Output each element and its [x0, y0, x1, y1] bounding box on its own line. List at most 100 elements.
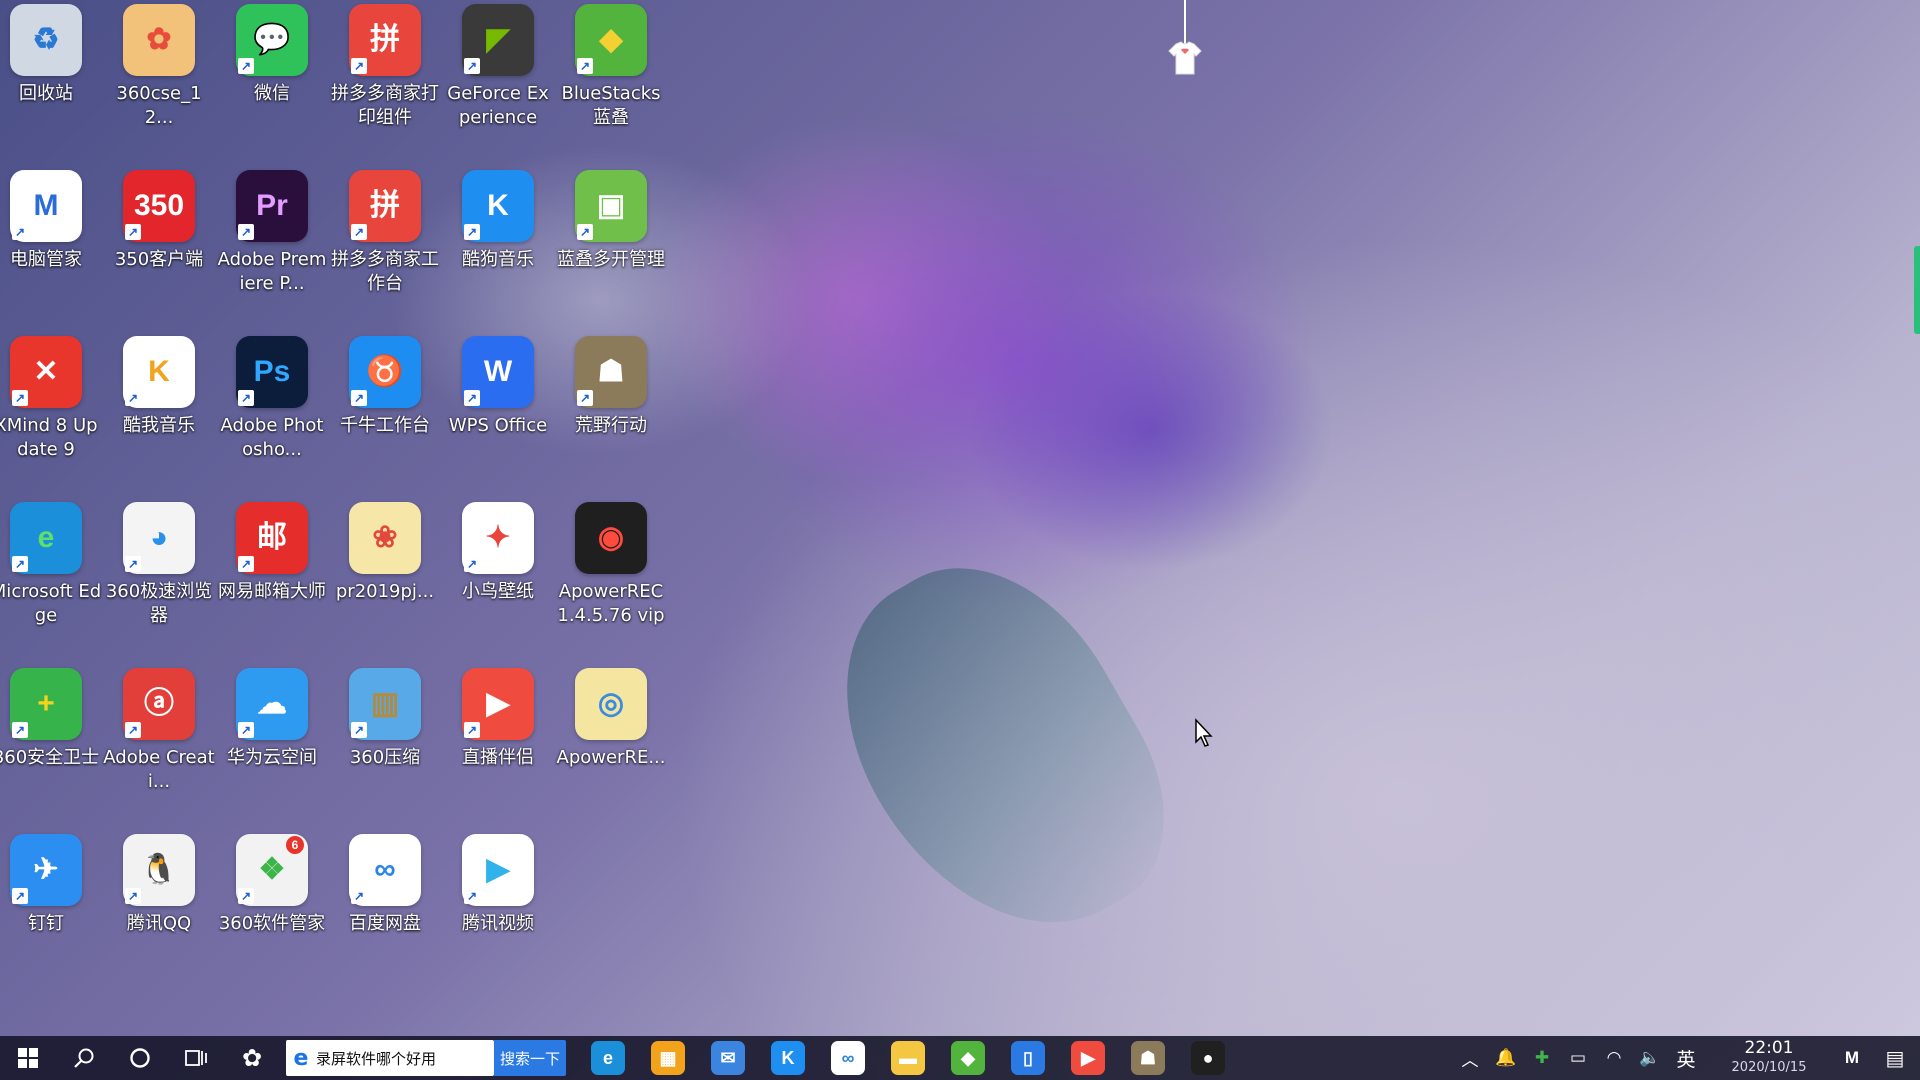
- app-glyph-icon: ◎: [597, 687, 625, 720]
- clock[interactable]: 22:01 2020/10/15: [1704, 1038, 1834, 1078]
- app-glyph-icon: ♻: [32, 23, 60, 56]
- desktop-icon[interactable]: ☗ ↗ 荒野行动: [555, 332, 667, 482]
- app-glyph-icon: ✿: [146, 23, 172, 56]
- shortcut-arrow-icon: ↗: [464, 556, 480, 572]
- action-center-icon[interactable]: ▤: [1870, 1046, 1920, 1070]
- desktop-icon[interactable]: + ↗ 360安全卫士: [0, 664, 102, 814]
- taskbar-app-file-explorer[interactable]: ▬: [878, 1036, 938, 1080]
- desktop-icon[interactable]: K ↗ 酷我音乐: [103, 332, 215, 482]
- search-go-button[interactable]: 搜索一下: [494, 1040, 566, 1076]
- desktop-icon[interactable]: ∞ ↗ 百度网盘: [329, 830, 441, 980]
- taskbar-app-mail[interactable]: ✉: [698, 1036, 758, 1080]
- app-glyph-icon: 💬: [253, 23, 291, 56]
- app-icon: ☁ ↗: [236, 668, 308, 740]
- taskbar-app-bluestacks[interactable]: ◆: [938, 1036, 998, 1080]
- browser-search-box[interactable]: e 录屏软件哪个好用: [286, 1040, 494, 1076]
- app-icon: ▶ ↗: [462, 834, 534, 906]
- app-glyph-icon: ◉: [597, 521, 625, 554]
- desktop-icon[interactable]: W ↗ WPS Office: [442, 332, 554, 482]
- app-glyph-icon: ✕: [33, 355, 59, 388]
- desktop-icon[interactable]: ❖ ↗ 6 360软件管家: [216, 830, 328, 980]
- desktop-icon[interactable]: ♉ ↗ 千牛工作台: [329, 332, 441, 482]
- desktop-icon[interactable]: ✿ 360cse_12...: [103, 0, 215, 150]
- pinwheel-app-button[interactable]: ✿: [224, 1036, 280, 1080]
- taskbar-app-phone[interactable]: ▯: [998, 1036, 1058, 1080]
- desktop-icon[interactable]: ▶ ↗ 腾讯视频: [442, 830, 554, 980]
- app-icon: ∞ ↗: [349, 834, 421, 906]
- desktop-icon[interactable]: 邮 ↗ 网易邮箱大师: [216, 498, 328, 648]
- taskbar-app-game[interactable]: ☗: [1118, 1036, 1178, 1080]
- taskbar-app-edge[interactable]: e: [578, 1036, 638, 1080]
- app-icon: ◆ ↗: [575, 4, 647, 76]
- desktop-icon[interactable]: ◉ ApowerREC 1.4.5.76 vip: [555, 498, 667, 648]
- desktop-icon[interactable]: ◤ ↗ GeForce Experience: [442, 0, 554, 150]
- desktop-icon[interactable]: ⓐ ↗ Adobe Creati...: [103, 664, 215, 814]
- taskbar-app-recorder[interactable]: ●: [1178, 1036, 1238, 1080]
- taskbar-app-store[interactable]: ▦: [638, 1036, 698, 1080]
- hanger-line: [1184, 0, 1186, 44]
- shortcut-arrow-icon: ↗: [125, 888, 141, 904]
- desktop-icon-label: Microsoft Edge: [0, 581, 102, 626]
- 360-tray-icon[interactable]: ✚: [1524, 1048, 1560, 1068]
- desktop-icon[interactable]: ◆ ↗ BlueStacks 蓝叠: [555, 0, 667, 150]
- volume-icon[interactable]: 🔈: [1632, 1048, 1668, 1068]
- app-icon: K ↗: [462, 170, 534, 242]
- tshirt-widget-icon[interactable]: [1168, 40, 1202, 76]
- desktop-icon-label: WPS Office: [448, 415, 548, 436]
- desktop-icon-label: 网易邮箱大师: [218, 581, 326, 602]
- desktop-icon-label: 350客户端: [114, 249, 204, 270]
- app-icon: Ps ↗: [236, 336, 308, 408]
- app-glyph-icon: Ps: [253, 355, 291, 388]
- taskbar-app-baidu-netdisk[interactable]: ∞: [818, 1036, 878, 1080]
- search-icon: [74, 1048, 94, 1068]
- bell-icon[interactable]: 🔔: [1488, 1048, 1524, 1068]
- desktop-icon[interactable]: ✕ ↗ XMind 8 Update 9: [0, 332, 102, 482]
- chevron-up-icon[interactable]: ︿: [1452, 1046, 1488, 1071]
- desktop-icon-label: 拼多多商家打印组件: [331, 83, 439, 128]
- app-glyph-icon: 拼: [370, 23, 400, 56]
- app-icon: ❖ ↗ 6: [236, 834, 308, 906]
- desktop-icon[interactable]: M ↗ 电脑管家: [0, 166, 102, 316]
- desktop-icon[interactable]: 拼 ↗ 拼多多商家打印组件: [329, 0, 441, 150]
- ime-indicator[interactable]: 英: [1668, 1045, 1704, 1072]
- app-icon: ♻: [10, 4, 82, 76]
- search-query-text[interactable]: 录屏软件哪个好用: [316, 1048, 436, 1069]
- desktop-icon[interactable]: 350 ↗ 350客户端: [103, 166, 215, 316]
- start-button[interactable]: [0, 1036, 56, 1080]
- computer-manager-tray-icon[interactable]: M: [1834, 1048, 1870, 1068]
- app-glyph-icon: ▶: [486, 853, 510, 886]
- desktop-icon[interactable]: 拼 ↗ 拼多多商家工作台: [329, 166, 441, 316]
- battery-icon[interactable]: ▭: [1560, 1048, 1596, 1068]
- desktop-icon[interactable]: ✦ ↗ 小鸟壁纸: [442, 498, 554, 648]
- desktop-icon[interactable]: ☁ ↗ 华为云空间: [216, 664, 328, 814]
- desktop-icon[interactable]: e ↗ Microsoft Edge: [0, 498, 102, 648]
- app-glyph-icon: ◤: [486, 23, 510, 56]
- desktop-icon[interactable]: ◕ ↗ 360极速浏览器: [103, 498, 215, 648]
- desktop-icon[interactable]: ▶ ↗ 直播伴侣: [442, 664, 554, 814]
- app-glyph-icon: ◕: [149, 521, 169, 554]
- app-icon: W ↗: [462, 336, 534, 408]
- desktop-icon[interactable]: ▣ ↗ 蓝叠多开管理: [555, 166, 667, 316]
- shortcut-arrow-icon: ↗: [238, 390, 254, 406]
- cortana-button[interactable]: [112, 1036, 168, 1080]
- desktop-icon[interactable]: Pr ↗ Adobe Premiere P...: [216, 166, 328, 316]
- app-icon: M ↗: [10, 170, 82, 242]
- desktop-icon[interactable]: ♻ 回收站: [0, 0, 102, 150]
- desktop-icon[interactable]: ✈ ↗ 钉钉: [0, 830, 102, 980]
- app-glyph-icon: ☁: [257, 687, 287, 720]
- desktop-icon[interactable]: ▥ ↗ 360压缩: [329, 664, 441, 814]
- wifi-icon[interactable]: ◠: [1596, 1048, 1632, 1068]
- desktop-icon[interactable]: K ↗ 酷狗音乐: [442, 166, 554, 316]
- desktop-icon[interactable]: 🐧 ↗ 腾讯QQ: [103, 830, 215, 980]
- taskbar-app-kugou[interactable]: K: [758, 1036, 818, 1080]
- search-button[interactable]: [56, 1036, 112, 1080]
- desktop-icon[interactable]: ◎ ApowerRE...: [555, 664, 667, 814]
- desktop-icon-label: 360极速浏览器: [105, 581, 213, 626]
- desktop-icon[interactable]: Ps ↗ Adobe Photosho...: [216, 332, 328, 482]
- task-view-button[interactable]: [168, 1036, 224, 1080]
- taskbar-app-live-companion[interactable]: ▶: [1058, 1036, 1118, 1080]
- side-panel-handle[interactable]: [1914, 246, 1920, 334]
- shortcut-arrow-icon: ↗: [351, 722, 367, 738]
- desktop-icon[interactable]: 💬 ↗ 微信: [216, 0, 328, 150]
- desktop-icon[interactable]: ❀ pr2019pj...: [329, 498, 441, 648]
